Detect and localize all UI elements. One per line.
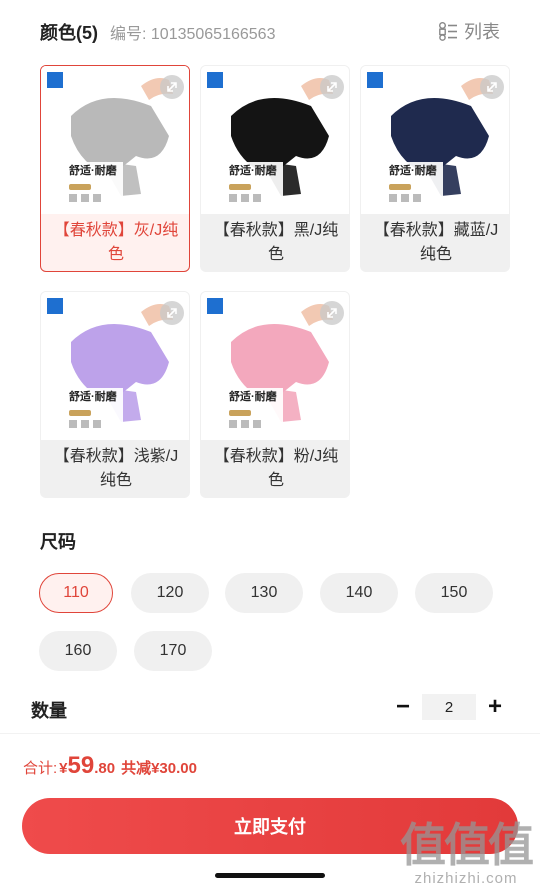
image-caption: 舒适·耐磨 bbox=[229, 165, 277, 177]
quantity-title: 数量 bbox=[31, 701, 67, 721]
zoom-icon[interactable] bbox=[320, 75, 344, 99]
watermark-logo: 值值值 bbox=[400, 819, 534, 871]
color-option-card[interactable]: 舒适·耐磨【春秋款】黑/J纯色 bbox=[200, 65, 350, 272]
color-option-image: 舒适·耐磨 bbox=[41, 292, 189, 440]
size-section-title: 尺码 bbox=[40, 532, 76, 552]
zoom-icon[interactable] bbox=[320, 301, 344, 325]
color-section-title: 颜色(5) bbox=[40, 23, 98, 43]
size-option-140[interactable]: 140 bbox=[320, 573, 398, 613]
zoom-icon[interactable] bbox=[160, 75, 184, 99]
image-caption: 舒适·耐磨 bbox=[229, 391, 277, 403]
total-amount-decimal: .80 bbox=[94, 760, 116, 777]
pay-area: 立即支付 值值值 zhizhizhi.com bbox=[0, 793, 540, 893]
image-caption: 舒适·耐磨 bbox=[69, 165, 117, 177]
quantity-minus-button[interactable]: − bbox=[390, 693, 416, 720]
total-price: 合计: ¥ 59 .80 共减¥30.00 bbox=[23, 752, 197, 780]
color-option-image: 舒适·耐磨 bbox=[201, 292, 349, 440]
home-indicator bbox=[215, 873, 325, 878]
color-option-image: 舒适·耐磨 bbox=[361, 66, 509, 214]
color-option-card[interactable]: 舒适·耐磨【春秋款】藏蓝/J纯色 bbox=[360, 65, 510, 272]
color-option-card[interactable]: 舒适·耐磨【春秋款】浅紫/J纯色 bbox=[40, 291, 190, 498]
color-option-label: 【春秋款】浅紫/J纯色 bbox=[53, 448, 179, 489]
image-caption: 舒适·耐磨 bbox=[69, 391, 117, 403]
quantity-stepper: − 2 + bbox=[390, 693, 508, 720]
color-option-card[interactable]: 舒适·耐磨【春秋款】灰/J纯色 bbox=[40, 65, 190, 272]
list-icon bbox=[438, 21, 458, 41]
product-code: 编号: 10135065166563 bbox=[110, 26, 276, 43]
watermark: 值值值 zhizhizhi.com bbox=[400, 819, 534, 887]
zoom-icon[interactable] bbox=[480, 75, 504, 99]
watermark-url: zhizhizhi.com bbox=[414, 870, 518, 887]
size-option-120[interactable]: 120 bbox=[131, 573, 209, 613]
size-option-150[interactable]: 150 bbox=[415, 573, 493, 613]
total-label: 合计: bbox=[23, 760, 58, 777]
list-view-label: 列表 bbox=[464, 22, 500, 42]
sku-selector-sheet: 颜色(5) 编号: 10135065166563 列表 舒适·耐磨【春秋款】灰/… bbox=[0, 0, 540, 893]
quantity-plus-button[interactable]: + bbox=[482, 693, 508, 720]
color-option-label: 【春秋款】灰/J纯色 bbox=[53, 222, 179, 263]
color-header: 颜色(5) 编号: 10135065166563 列表 bbox=[40, 18, 500, 46]
list-view-toggle[interactable]: 列表 bbox=[438, 18, 500, 44]
size-option-170[interactable]: 170 bbox=[134, 631, 212, 671]
size-option-110[interactable]: 110 bbox=[39, 573, 113, 613]
size-option-160[interactable]: 160 bbox=[39, 631, 117, 671]
total-bar: 合计: ¥ 59 .80 共减¥30.00 bbox=[0, 733, 540, 793]
color-option-image: 舒适·耐磨 bbox=[201, 66, 349, 214]
color-option-label: 【春秋款】粉/J纯色 bbox=[213, 448, 339, 489]
savings-text: 共减¥30.00 bbox=[121, 760, 197, 777]
image-caption: 舒适·耐磨 bbox=[389, 165, 437, 177]
quantity-input[interactable]: 2 bbox=[422, 694, 476, 720]
color-option-label: 【春秋款】藏蓝/J纯色 bbox=[373, 222, 499, 263]
currency-symbol: ¥ bbox=[59, 760, 68, 777]
color-option-label: 【春秋款】黑/J纯色 bbox=[213, 222, 339, 263]
total-amount-integer: 59 bbox=[67, 752, 95, 779]
zoom-icon[interactable] bbox=[160, 301, 184, 325]
color-option-card[interactable]: 舒适·耐磨【春秋款】粉/J纯色 bbox=[200, 291, 350, 498]
size-option-130[interactable]: 130 bbox=[225, 573, 303, 613]
color-option-image: 舒适·耐磨 bbox=[41, 66, 189, 214]
